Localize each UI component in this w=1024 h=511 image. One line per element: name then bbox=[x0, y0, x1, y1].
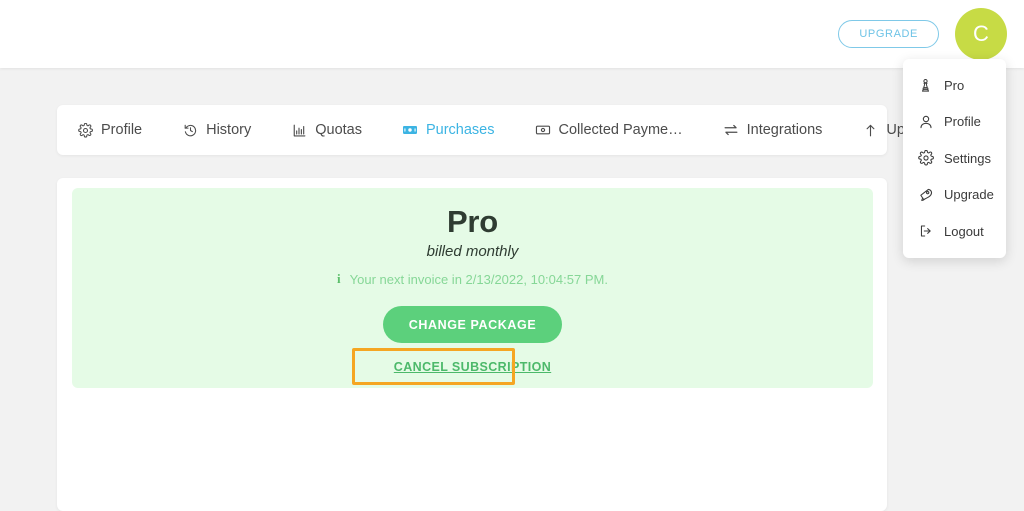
tab-label: Purchases bbox=[425, 122, 495, 138]
arrow-up-icon bbox=[862, 122, 878, 138]
tab-integrations[interactable]: Integrations bbox=[723, 105, 823, 155]
menu-item-settings[interactable]: Settings bbox=[903, 140, 1006, 177]
gear-icon bbox=[917, 150, 934, 167]
menu-item-logout[interactable]: Logout bbox=[903, 213, 1006, 250]
plan-name: Pro bbox=[446, 204, 499, 239]
money-bill-icon bbox=[535, 122, 551, 138]
tab-label: Integrations bbox=[746, 122, 823, 138]
account-dropdown-menu: Pro Profile Settings Upgrade Logout bbox=[903, 59, 1006, 258]
avatar[interactable]: C bbox=[955, 8, 1007, 60]
tab-history[interactable]: History bbox=[182, 105, 251, 155]
rocket-icon bbox=[917, 186, 934, 203]
app-root: UPGRADE C Pro Profile Settings Upgrade L… bbox=[0, 0, 1024, 511]
current-plan-panel: Pro billed monthly i Your next invoice i… bbox=[72, 188, 873, 388]
purchases-content-card: Pro billed monthly i Your next invoice i… bbox=[57, 178, 887, 511]
tab-label: Collected Payme… bbox=[558, 122, 683, 138]
menu-item-upgrade[interactable]: Upgrade bbox=[903, 177, 1006, 214]
menu-item-label: Logout bbox=[944, 223, 984, 239]
menu-item-pro[interactable]: Pro bbox=[903, 67, 1006, 104]
menu-item-label: Pro bbox=[944, 77, 965, 93]
banknote-icon bbox=[402, 122, 418, 138]
header-upgrade-label: UPGRADE bbox=[859, 28, 918, 40]
change-package-label: CHANGE PACKAGE bbox=[408, 317, 537, 332]
sign-out-icon bbox=[917, 223, 934, 240]
tab-quotas[interactable]: Quotas bbox=[291, 105, 362, 155]
cancel-subscription-wrap: CANCEL SUBSCRIPTION bbox=[351, 348, 551, 385]
bar-chart-icon bbox=[291, 122, 307, 138]
menu-item-label: Settings bbox=[944, 150, 991, 166]
history-icon bbox=[182, 122, 198, 138]
exchange-icon bbox=[723, 122, 739, 138]
tab-label: Profile bbox=[101, 122, 143, 138]
tab-label: Quotas bbox=[315, 122, 362, 138]
tab-bar: Profile History Quotas Purchases Collect… bbox=[57, 105, 942, 155]
next-invoice-row: i Your next invoice in 2/13/2022, 10:04:… bbox=[337, 271, 608, 287]
menu-item-label: Profile bbox=[944, 114, 981, 130]
header-upgrade-button[interactable]: UPGRADE bbox=[838, 20, 939, 48]
chess-pawn-icon bbox=[917, 77, 934, 94]
info-icon: i bbox=[337, 271, 341, 286]
cancel-subscription-button[interactable]: CANCEL SUBSCRIPTION bbox=[394, 360, 551, 374]
menu-item-label: Upgrade bbox=[944, 187, 994, 203]
top-header: UPGRADE C bbox=[0, 0, 1024, 68]
tab-profile[interactable]: Profile bbox=[77, 105, 142, 155]
tab-purchases[interactable]: Purchases bbox=[402, 105, 495, 155]
tab-label: History bbox=[206, 122, 252, 138]
cancel-subscription-label: CANCEL SUBSCRIPTION bbox=[393, 360, 552, 374]
avatar-initial: C bbox=[973, 21, 989, 46]
user-icon bbox=[917, 113, 934, 130]
menu-item-profile[interactable]: Profile bbox=[903, 104, 1006, 141]
tab-collected-payments[interactable]: Collected Payme… bbox=[535, 105, 683, 155]
gear-icon bbox=[77, 122, 93, 138]
next-invoice-text: Your next invoice in 2/13/2022, 10:04:57… bbox=[349, 271, 608, 287]
change-package-button[interactable]: CHANGE PACKAGE bbox=[382, 306, 563, 343]
plan-billing-cycle: billed monthly bbox=[426, 243, 519, 260]
